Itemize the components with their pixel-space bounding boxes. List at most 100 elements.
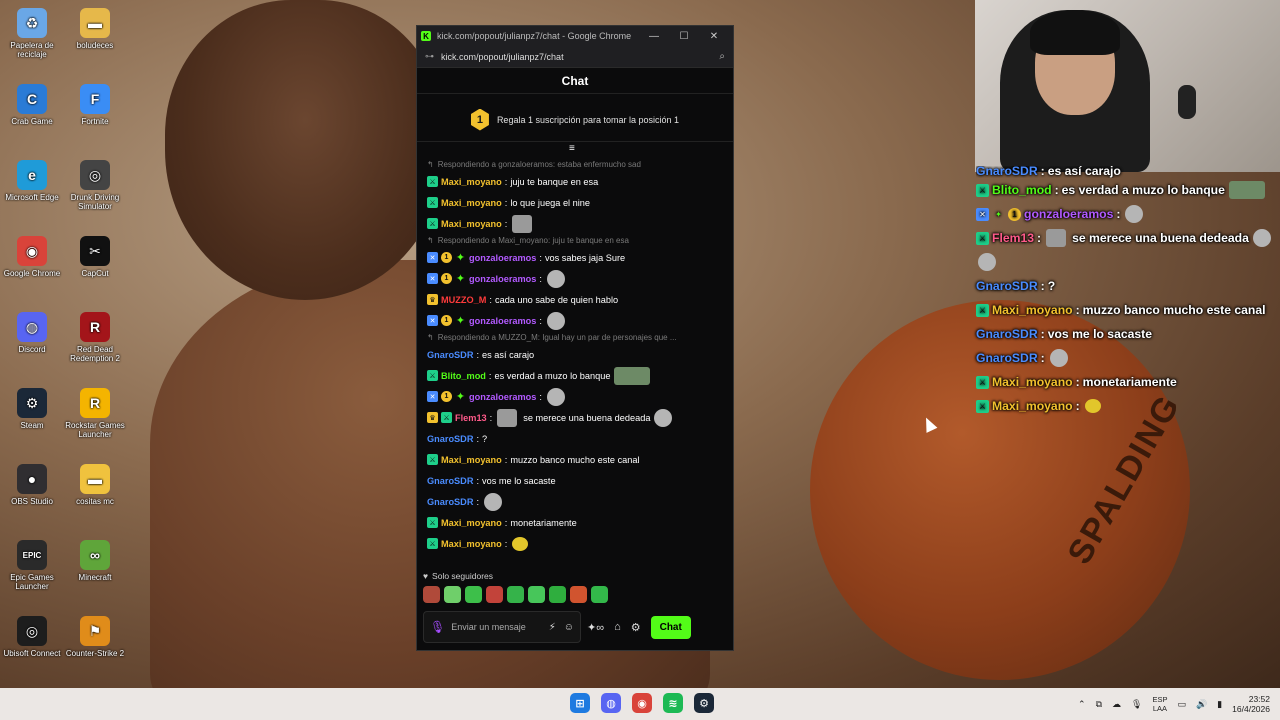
chat-message[interactable]: ✕ 1 ✦ gonzaloeramos:	[427, 386, 727, 407]
desktop-icon[interactable]: ◎ Ubisoft Connect	[0, 616, 64, 658]
desktop-icon[interactable]: ♻ Papelera de reciclaje	[0, 8, 64, 59]
chat-message[interactable]: ⚔ Maxi_moyano:	[427, 533, 727, 554]
monitor-icon[interactable]: ▭	[1177, 699, 1186, 710]
address-bar[interactable]: ⊶ kick.com/popout/julianpz7/chat ⌕	[417, 46, 733, 68]
reply-context[interactable]: ↰ Respondiendo a MUZZO_M: Igual hay un pa…	[427, 331, 727, 344]
quick-emote[interactable]	[507, 586, 524, 603]
quick-emote[interactable]	[570, 586, 587, 603]
chat-username[interactable]: gonzaloeramos	[469, 316, 536, 326]
chat-username[interactable]: GnaroSDR	[427, 476, 473, 486]
quick-emote[interactable]	[549, 586, 566, 603]
chrome-taskbar-icon[interactable]: ◉	[632, 693, 652, 713]
chat-username[interactable]: Maxi_moyano	[992, 303, 1073, 317]
chat-input-placeholder[interactable]: Enviar un mensaje	[451, 622, 541, 632]
chat-emote[interactable]	[1049, 349, 1068, 367]
chat-message[interactable]: ⚔ Maxi_moyano: muzzo banco mucho este can…	[427, 449, 727, 470]
chat-message[interactable]: GnaroSDR: es así carajo	[427, 344, 727, 365]
chat-username[interactable]: Blito_mod	[992, 183, 1052, 197]
chat-message[interactable]: ⚔ Maxi_moyano: muzzo banco mucho este can…	[976, 298, 1280, 322]
chat-username[interactable]: GnaroSDR	[427, 497, 473, 507]
chrome-popup-window[interactable]: K kick.com/popout/julianpz7/chat - Googl…	[416, 25, 734, 651]
chat-message[interactable]: GnaroSDR: vos me lo sacaste	[976, 322, 1280, 346]
chat-username[interactable]: Flem13	[992, 231, 1034, 245]
chat-message[interactable]: ⚔ Flem13: se merece una buena dedeada	[976, 226, 1280, 250]
chat-message[interactable]: GnaroSDR: ?	[976, 274, 1280, 298]
microphone-icon[interactable]: 🎙	[430, 620, 445, 634]
chat-username[interactable]: gonzaloeramos	[469, 274, 536, 284]
chat-username[interactable]: MUZZO_M	[441, 295, 486, 305]
chat-username[interactable]: Maxi_moyano	[441, 518, 502, 528]
maximize-button[interactable]: ☐	[669, 31, 699, 42]
gear-icon[interactable]: ⚙	[631, 621, 641, 634]
store-icon[interactable]: ⌂	[614, 621, 621, 633]
chat-username[interactable]: GnaroSDR	[976, 279, 1038, 293]
sub-gift-banner[interactable]: 1 Regala 1 suscripción para tomar la pos…	[417, 98, 733, 142]
chat-emote[interactable]	[484, 492, 503, 511]
microphone-tray-icon[interactable]: 🎙	[1131, 699, 1142, 710]
pause-chat-icon[interactable]: ≡	[569, 143, 583, 155]
chat-emote[interactable]	[1084, 399, 1101, 413]
site-info-icon[interactable]: ⊶	[425, 51, 437, 62]
chat-username[interactable]: GnaroSDR	[427, 434, 473, 444]
chat-message[interactable]: ⚔ Maxi_moyano:	[427, 213, 727, 234]
desktop-icon[interactable]: C Crab Game	[0, 84, 64, 126]
reply-context[interactable]: ↰ Respondiendo a gonzaloeramos: estaba en…	[427, 158, 727, 171]
chat-messages[interactable]: ↰ Respondiendo a gonzaloeramos: estaba en…	[427, 158, 727, 568]
close-button[interactable]: ✕	[699, 31, 729, 42]
desktop-icon[interactable]: ∞ Minecraft	[63, 540, 127, 582]
volume-icon[interactable]: 🔊	[1196, 699, 1207, 710]
quick-emote-bar[interactable]	[423, 586, 608, 603]
battery-icon[interactable]: ▮	[1217, 699, 1222, 710]
chat-message[interactable]: GnaroSDR: ?	[427, 428, 727, 449]
chat-input[interactable]: 🎙 Enviar un mensaje ⚡ ☺	[423, 611, 581, 643]
chat-message[interactable]: ✕ 1 ✦ gonzaloeramos:	[427, 310, 727, 331]
emoji-icon[interactable]: ☺	[564, 622, 574, 633]
zoom-icon[interactable]: ⌕	[719, 51, 725, 62]
desktop-icon[interactable]: R Red Dead Redemption 2	[63, 312, 127, 363]
chat-username[interactable]: Maxi_moyano	[441, 177, 502, 187]
chat-username[interactable]: gonzaloeramos	[469, 253, 536, 263]
desktop-icon[interactable]: ● OBS Studio	[0, 464, 64, 506]
chat-emote[interactable]	[1046, 229, 1067, 247]
chat-message[interactable]: ⚔ Maxi_moyano:	[976, 394, 1280, 418]
desktop-icon[interactable]: EPIC Epic Games Launcher	[0, 540, 64, 591]
url-text[interactable]: kick.com/popout/julianpz7/chat	[441, 52, 719, 62]
chat-username[interactable]: Maxi_moyano	[992, 399, 1073, 413]
send-chat-button[interactable]: Chat	[650, 615, 691, 639]
chat-message[interactable]: ✕ ✦ 1 gonzaloeramos:	[976, 202, 1280, 226]
chat-emote[interactable]	[512, 536, 529, 551]
desktop-icon[interactable]: R Rockstar Games Launcher	[63, 388, 127, 439]
chat-emote[interactable]	[1125, 205, 1144, 223]
chat-username[interactable]: Maxi_moyano	[441, 455, 502, 465]
chat-emote[interactable]	[497, 408, 518, 427]
desktop-icon[interactable]: ⚙ Steam	[0, 388, 64, 430]
chat-message[interactable]: ♛ MUZZO_M: cada uno sabe de quien hablo	[427, 289, 727, 310]
chat-emote[interactable]	[546, 269, 565, 288]
reply-context[interactable]: ↰ Respondiendo a Maxi_moyano: juju te ban…	[427, 234, 727, 247]
desktop-icon[interactable]: F Fortnite	[63, 84, 127, 126]
quick-emote[interactable]	[528, 586, 545, 603]
points-icon[interactable]: ✦∞	[587, 621, 604, 634]
onedrive-icon[interactable]: ☁	[1112, 699, 1121, 710]
chat-message[interactable]: GnaroSDR: es así carajo	[976, 166, 1280, 178]
chat-message[interactable]: ✕ 1 ✦ gonzaloeramos:	[427, 268, 727, 289]
chat-message[interactable]: ♛ ⚔ Flem13: se merece una buena dedeada	[427, 407, 727, 428]
minimize-button[interactable]: —	[639, 31, 669, 42]
chat-emote[interactable]	[1228, 181, 1265, 199]
chat-username[interactable]: Flem13	[455, 413, 487, 423]
chat-message[interactable]: GnaroSDR:	[427, 491, 727, 512]
chat-message[interactable]: ⚔ Blito_mod: es verdad a muzo lo banque	[976, 178, 1280, 202]
chat-emote[interactable]	[546, 311, 565, 330]
chat-message[interactable]: GnaroSDR:	[976, 346, 1280, 370]
chat-username[interactable]: GnaroSDR	[976, 327, 1038, 341]
chat-emote[interactable]	[512, 214, 533, 233]
quick-emote[interactable]	[486, 586, 503, 603]
chat-message[interactable]: ⚔ Maxi_moyano: monetariamente	[427, 512, 727, 533]
chat-emote[interactable]	[546, 387, 565, 406]
chat-username[interactable]: GnaroSDR	[976, 166, 1038, 178]
chevron-up-icon[interactable]: ⌃	[1078, 699, 1086, 710]
chat-emote[interactable]	[1252, 229, 1271, 247]
desktop-icon[interactable]: ◎ Drunk Driving Simulator	[63, 160, 127, 211]
chat-emote[interactable]	[614, 366, 651, 385]
quick-emote[interactable]	[465, 586, 482, 603]
